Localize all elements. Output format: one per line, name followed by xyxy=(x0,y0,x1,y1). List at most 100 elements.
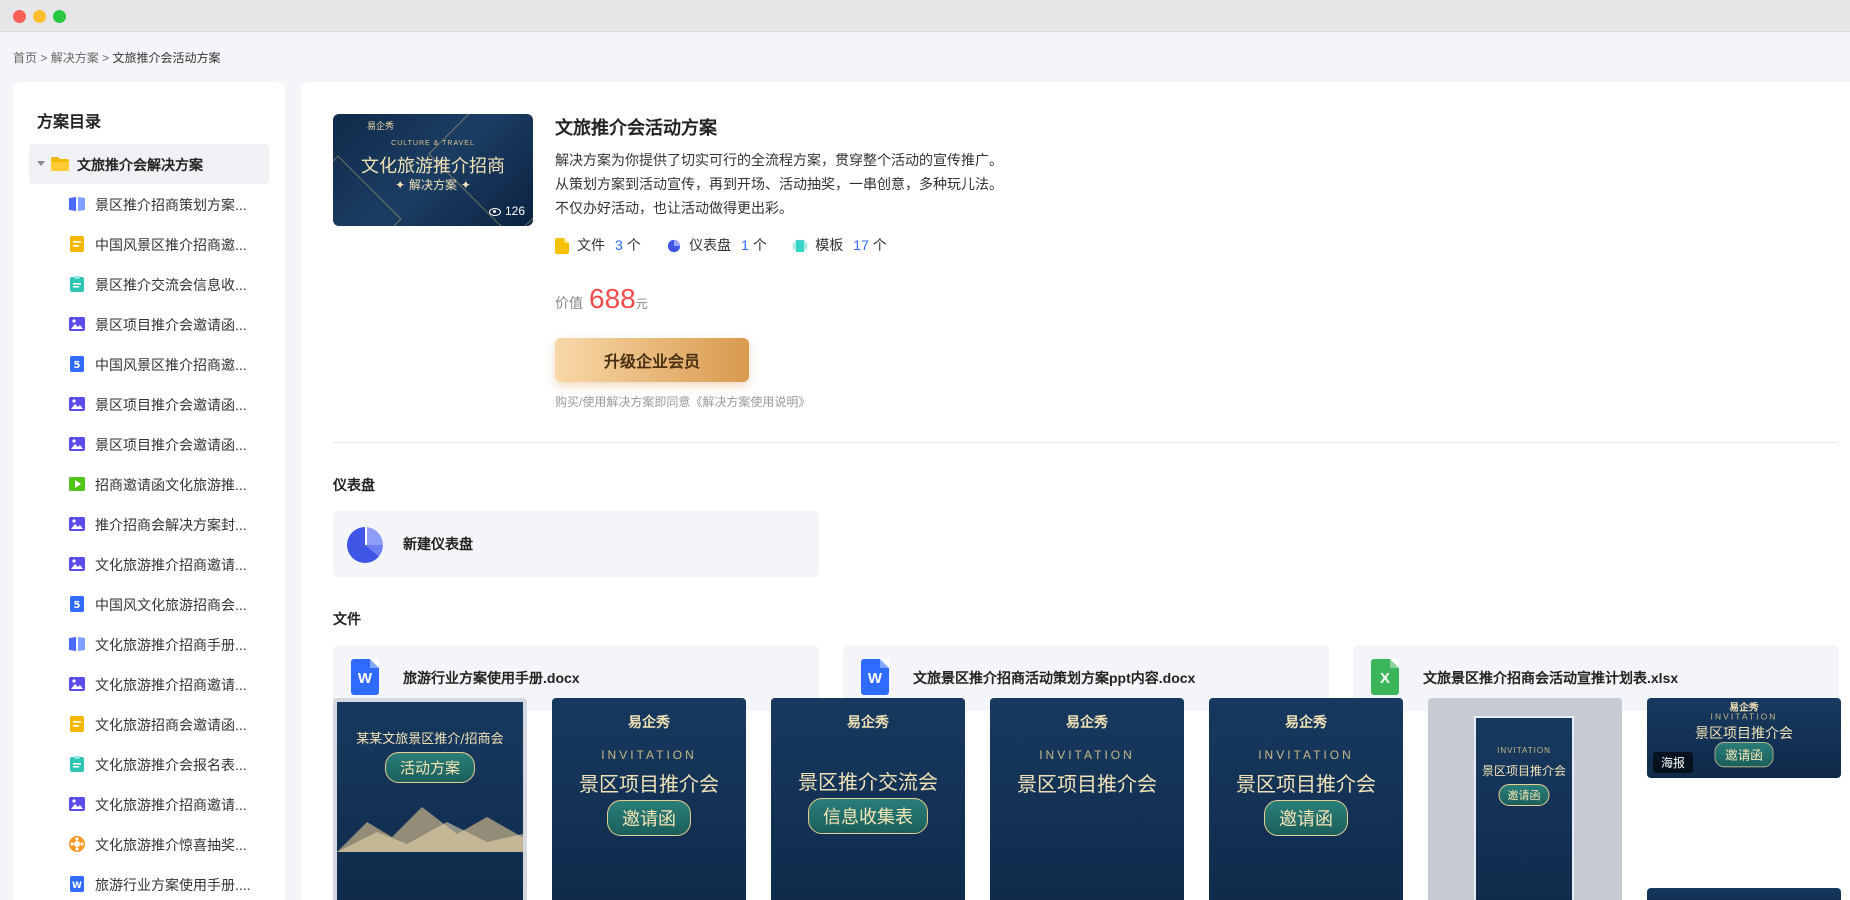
image-icon xyxy=(69,516,85,532)
sidebar-item[interactable]: 推介招商会解决方案封... xyxy=(69,504,259,544)
template-title: 某某文旅景区推介/招商会 xyxy=(356,732,504,747)
caret-down-icon[interactable] xyxy=(37,161,45,166)
stat-label: 文件 xyxy=(577,237,605,253)
solution-price: 价值 688元 xyxy=(555,283,648,315)
sidebar-item-label: 文化旅游推介招商邀请... xyxy=(95,557,247,573)
document-icon xyxy=(69,236,85,252)
template-en-text: INVITATION xyxy=(1497,746,1551,755)
template-thumbnail[interactable]: 易企秀 INVITATION 景区项目推介会 邀请函 xyxy=(1209,698,1403,900)
minimize-window-button[interactable] xyxy=(33,10,46,23)
template-brand: 易企秀 xyxy=(1066,714,1108,730)
sidebar-item[interactable]: 中国风景区推介招商邀... xyxy=(69,224,259,264)
sidebar: 方案目录 文旅推介会解决方案 景区推介招商策划方案... 中国风景区推介招商邀..… xyxy=(13,82,285,900)
stat-templates: 模板 17 个 xyxy=(793,235,887,255)
sidebar-item[interactable]: 文化旅游推介招商手册... xyxy=(69,624,259,664)
files-section-title: 文件 xyxy=(333,611,361,627)
sidebar-item-label: 推介招商会解决方案封... xyxy=(95,517,247,533)
upgrade-enterprise-button[interactable]: 升级企业会员 xyxy=(555,338,749,382)
sidebar-title: 方案目录 xyxy=(37,114,102,131)
sidebar-item[interactable]: 文化旅游招商会邀请函... xyxy=(69,704,259,744)
template-en-text: INVITATION xyxy=(601,748,697,762)
sidebar-item[interactable]: 景区推介招商策划方案... xyxy=(69,184,259,224)
eye-icon xyxy=(488,207,501,216)
sidebar-item-label: 文化旅游推介招商手册... xyxy=(95,637,247,653)
template-thumbnail[interactable]: 某某文旅景区推介/招商会 活动方案 xyxy=(333,698,527,900)
template-en-text: INVITATION xyxy=(1039,748,1135,762)
section-divider xyxy=(333,442,1837,443)
sidebar-item[interactable]: 文化旅游推介会报名表... xyxy=(69,744,259,784)
sidebar-item[interactable]: 文化旅游推介招商邀请... xyxy=(69,544,259,584)
new-dashboard-card[interactable]: 新建仪表盘 xyxy=(333,511,819,577)
sidebar-item[interactable]: 景区项目推介会邀请函... xyxy=(69,424,259,464)
agreement-text[interactable]: 购买/使用解决方案即同意《解决方案使用说明》 xyxy=(555,393,810,410)
solution-stats: 文件 3 个 仪表盘 1 个 模板 17 个 xyxy=(555,235,909,255)
view-count-value: 126 xyxy=(504,204,525,218)
sidebar-item-label: 文化旅游招商会邀请函... xyxy=(95,717,247,733)
template-pill: 邀请函 xyxy=(1498,784,1550,806)
word-icon: W xyxy=(69,876,85,892)
sidebar-item-label: 文化旅游推介招商邀请... xyxy=(95,677,247,693)
template-thumbnail[interactable]: INVITATION 景区项目推介会 邀请函 xyxy=(1428,698,1622,900)
sidebar-item-label: 中国风文化旅游招商会... xyxy=(95,597,247,613)
template-thumbnail[interactable]: 易企秀 INVITATION 景区项目推介会邀请函 xyxy=(552,698,746,900)
cover-subtitle: ✦ 解决方案 ✦ xyxy=(395,178,471,192)
sidebar-item[interactable]: W 旅游行业方案使用手册.... xyxy=(69,864,259,900)
zoom-window-button[interactable] xyxy=(53,10,66,23)
template-pill: 邀请函 xyxy=(1714,742,1774,768)
document-icon xyxy=(69,716,85,732)
sidebar-item-label: 景区推介交流会信息收... xyxy=(95,277,247,293)
close-window-button[interactable] xyxy=(13,10,26,23)
template-brand: 易企秀 xyxy=(628,714,670,730)
template-title: 景区项目推介会 xyxy=(579,772,719,796)
sidebar-item[interactable]: 景区项目推介会邀请函... xyxy=(69,304,259,344)
tree-root-item[interactable]: 文旅推介会解决方案 xyxy=(29,144,269,184)
solution-title: 文旅推介会活动方案 xyxy=(555,118,717,138)
template-title: 景区项目推介会 xyxy=(1236,772,1376,796)
solution-description: 解决方案为你提供了切实可行的全流程方案，贯穿整个活动的宣传推广。 从策划方案到活… xyxy=(555,148,1115,220)
sidebar-item-label: 招商邀请函文化旅游推... xyxy=(95,477,247,493)
video-icon xyxy=(69,476,85,492)
sidebar-item[interactable]: 招商邀请函文化旅游推... xyxy=(69,464,259,504)
h5-icon: 5 xyxy=(69,356,85,372)
sidebar-item-label: 文化旅游推介会报名表... xyxy=(95,757,247,773)
breadcrumb-home-link[interactable]: 首页 xyxy=(13,51,37,65)
h5-icon: 5 xyxy=(69,596,85,612)
stat-dashboards: 仪表盘 1 个 xyxy=(667,235,767,255)
sidebar-item[interactable]: 文化旅游推介招商邀请... xyxy=(69,664,259,704)
sidebar-item[interactable]: 文化旅游推介惊喜抽奖... xyxy=(69,824,259,864)
cover-title: 文化旅游推介招商 xyxy=(361,156,505,177)
breadcrumb-solutions-link[interactable]: 解决方案 xyxy=(51,51,99,65)
sidebar-item[interactable]: 5 中国风文化旅游招商会... xyxy=(69,584,259,624)
template-thumbnail[interactable]: 易企秀 景区推介交流会 信息收集表 xyxy=(771,698,965,900)
template-thumbnail[interactable] xyxy=(1647,888,1841,900)
description-line: 从策划方案到活动宣传，再到开场、活动抽奖，一串创意，多种玩儿法。 xyxy=(555,176,1003,192)
stat-label: 仪表盘 xyxy=(689,237,732,253)
dashboard-section-title: 仪表盘 xyxy=(333,477,375,493)
sidebar-item-label: 文化旅游推介招商邀请... xyxy=(95,797,247,813)
template-pill: 信息收集表 xyxy=(808,798,928,834)
sidebar-item[interactable]: 景区项目推介会邀请函... xyxy=(69,384,259,424)
lottery-icon xyxy=(69,836,85,852)
form-icon xyxy=(69,276,85,292)
template-thumbnail[interactable]: 易企秀 INVITATION 景区项目推介会 邀请函 海报 xyxy=(1647,698,1841,778)
sidebar-item-label: 景区项目推介会邀请函... xyxy=(95,397,247,413)
stat-unit: 个 xyxy=(626,237,641,253)
sidebar-item-label: 旅游行业方案使用手册.... xyxy=(95,877,251,893)
solution-cover-image[interactable]: 易企秀 CULTURE & TRAVEL 文化旅游推介招商 ✦ 解决方案 ✦ 1… xyxy=(333,114,533,226)
file-name: 文旅景区推介招商会活动宣推计划表.xlsx xyxy=(1423,670,1679,686)
svg-text:W: W xyxy=(72,881,82,891)
breadcrumb: 首页 > 解决方案 > 文旅推介会活动方案 xyxy=(13,49,220,66)
image-icon xyxy=(69,556,85,572)
sidebar-item[interactable]: 文化旅游推介招商邀请... xyxy=(69,784,259,824)
breadcrumb-current: 文旅推介会活动方案 xyxy=(112,51,221,65)
file-name: 文旅景区推介招商活动策划方案ppt内容.docx xyxy=(913,670,1196,686)
poster-preview: INVITATION 景区项目推介会 邀请函 xyxy=(1474,716,1574,900)
window-titlebar xyxy=(0,0,1850,32)
svg-text:5: 5 xyxy=(74,600,81,611)
template-thumbnail[interactable]: 易企秀 INVITATION 景区项目推介会 xyxy=(990,698,1184,900)
template-pill: 邀请函 xyxy=(607,800,691,836)
sidebar-item[interactable]: 5 中国风景区推介招商邀... xyxy=(69,344,259,384)
stat-label: 模板 xyxy=(815,237,844,253)
price-value: 688 xyxy=(589,283,636,314)
sidebar-item[interactable]: 景区推介交流会信息收... xyxy=(69,264,259,304)
